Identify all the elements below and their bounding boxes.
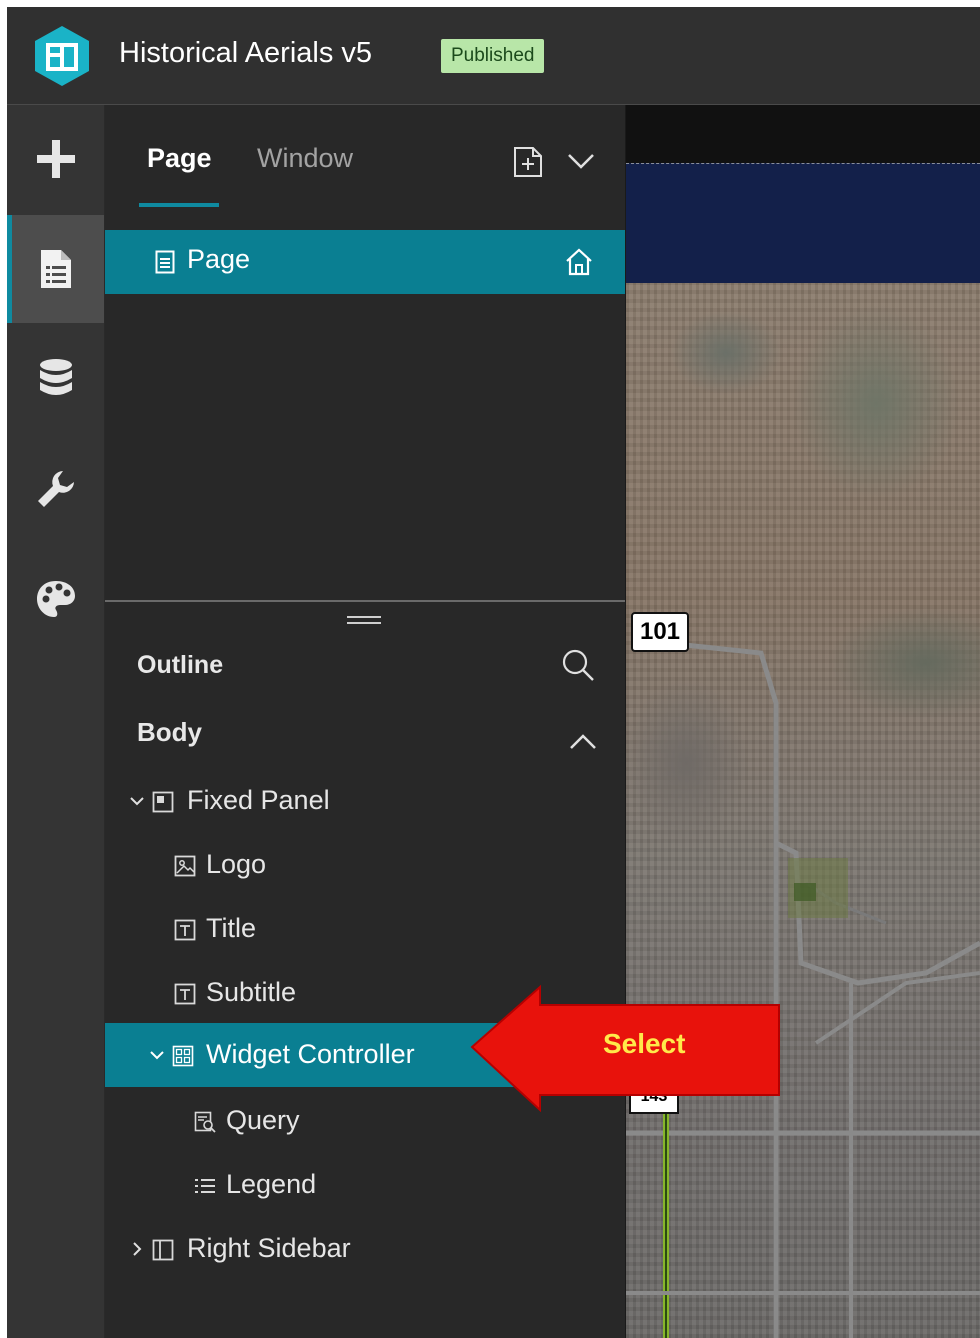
- sidebar-icon: [152, 1239, 174, 1261]
- wrench-icon: [37, 471, 74, 507]
- page-panel: Page Window Page Outline Body Fixed Pane…: [105, 105, 626, 1338]
- outline-item-query[interactable]: Query: [105, 1089, 625, 1153]
- outline-heading: Outline: [137, 651, 224, 679]
- add-page-icon[interactable]: [512, 146, 544, 178]
- tab-page[interactable]: Page: [147, 143, 212, 174]
- page-list-item[interactable]: Page: [105, 230, 625, 294]
- page-icon: [155, 250, 175, 274]
- outline-item-fixed-panel[interactable]: Fixed Panel: [105, 769, 625, 833]
- app-window: Historical Aerials v5 Published Page Win…: [7, 7, 980, 1338]
- experience-builder-logo-icon[interactable]: [33, 25, 91, 87]
- panel-splitter[interactable]: [105, 600, 625, 602]
- home-icon: [566, 248, 592, 276]
- chevron-down-icon[interactable]: [129, 793, 145, 809]
- outline-item-label: Title: [206, 913, 257, 943]
- tab-window[interactable]: Window: [257, 143, 353, 174]
- app-title: Historical Aerials v5: [119, 37, 373, 69]
- outline-item-label: Subtitle: [206, 977, 297, 1007]
- canvas-area[interactable]: 101 143: [626, 105, 980, 1338]
- chevron-down-icon[interactable]: [149, 1047, 165, 1063]
- rail-insert-button[interactable]: [7, 105, 104, 213]
- outline-item-label: Widget Controller: [206, 1039, 415, 1069]
- canvas-toolbar: [626, 105, 980, 163]
- chevron-up-icon[interactable]: [569, 733, 597, 751]
- palette-icon: [36, 581, 75, 617]
- route-shield: 101: [631, 612, 689, 652]
- query-icon: [194, 1111, 216, 1133]
- rail-page-button[interactable]: [7, 215, 104, 323]
- text-icon: [174, 983, 196, 1005]
- text-icon: [174, 919, 196, 941]
- app-header: Historical Aerials v5 Published: [7, 7, 980, 105]
- outline-body-heading: Body: [137, 717, 202, 747]
- page-list-item-label: Page: [187, 244, 251, 274]
- select-annotation-label: Select: [603, 1028, 686, 1059]
- drag-handle-icon[interactable]: [347, 615, 381, 625]
- rail-data-button[interactable]: [7, 325, 104, 433]
- outline-item-subtitle[interactable]: Subtitle: [105, 961, 625, 1025]
- outline-item-label: Fixed Panel: [187, 785, 330, 815]
- plus-icon: [36, 140, 75, 178]
- outline-item-label: Right Sidebar: [187, 1233, 351, 1263]
- outline-item-right-sidebar[interactable]: Right Sidebar: [105, 1217, 625, 1281]
- widget-controller-icon: [172, 1045, 194, 1067]
- outline-item-label: Legend: [226, 1169, 317, 1199]
- status-badge: Published: [441, 39, 545, 73]
- chevron-right-icon[interactable]: [129, 1241, 145, 1257]
- outline-item-logo[interactable]: Logo: [105, 833, 625, 897]
- rail-theme-button[interactable]: [7, 545, 104, 653]
- chevron-down-icon[interactable]: [567, 152, 595, 170]
- image-icon: [174, 855, 196, 877]
- rail-settings-button[interactable]: [7, 435, 104, 543]
- left-rail: [7, 105, 104, 1338]
- data-database-icon: [39, 359, 72, 395]
- outline-item-legend[interactable]: Legend: [105, 1153, 625, 1217]
- map-roads-overlay: [626, 640, 980, 1338]
- outline-item-title[interactable]: Title: [105, 897, 625, 961]
- outline-item-label: Logo: [206, 849, 267, 879]
- fixed-panel-icon: [152, 791, 174, 813]
- page-document-icon: [40, 250, 71, 288]
- canvas-header-panel[interactable]: [626, 163, 980, 284]
- search-icon[interactable]: [561, 648, 595, 682]
- active-tab-indicator: [139, 203, 219, 207]
- outline-item-label: Query: [226, 1105, 300, 1135]
- outline-item-widget-controller[interactable]: Widget Controller: [105, 1023, 625, 1087]
- legend-icon: [195, 1179, 215, 1193]
- route-shield-partial: 143: [629, 1090, 679, 1114]
